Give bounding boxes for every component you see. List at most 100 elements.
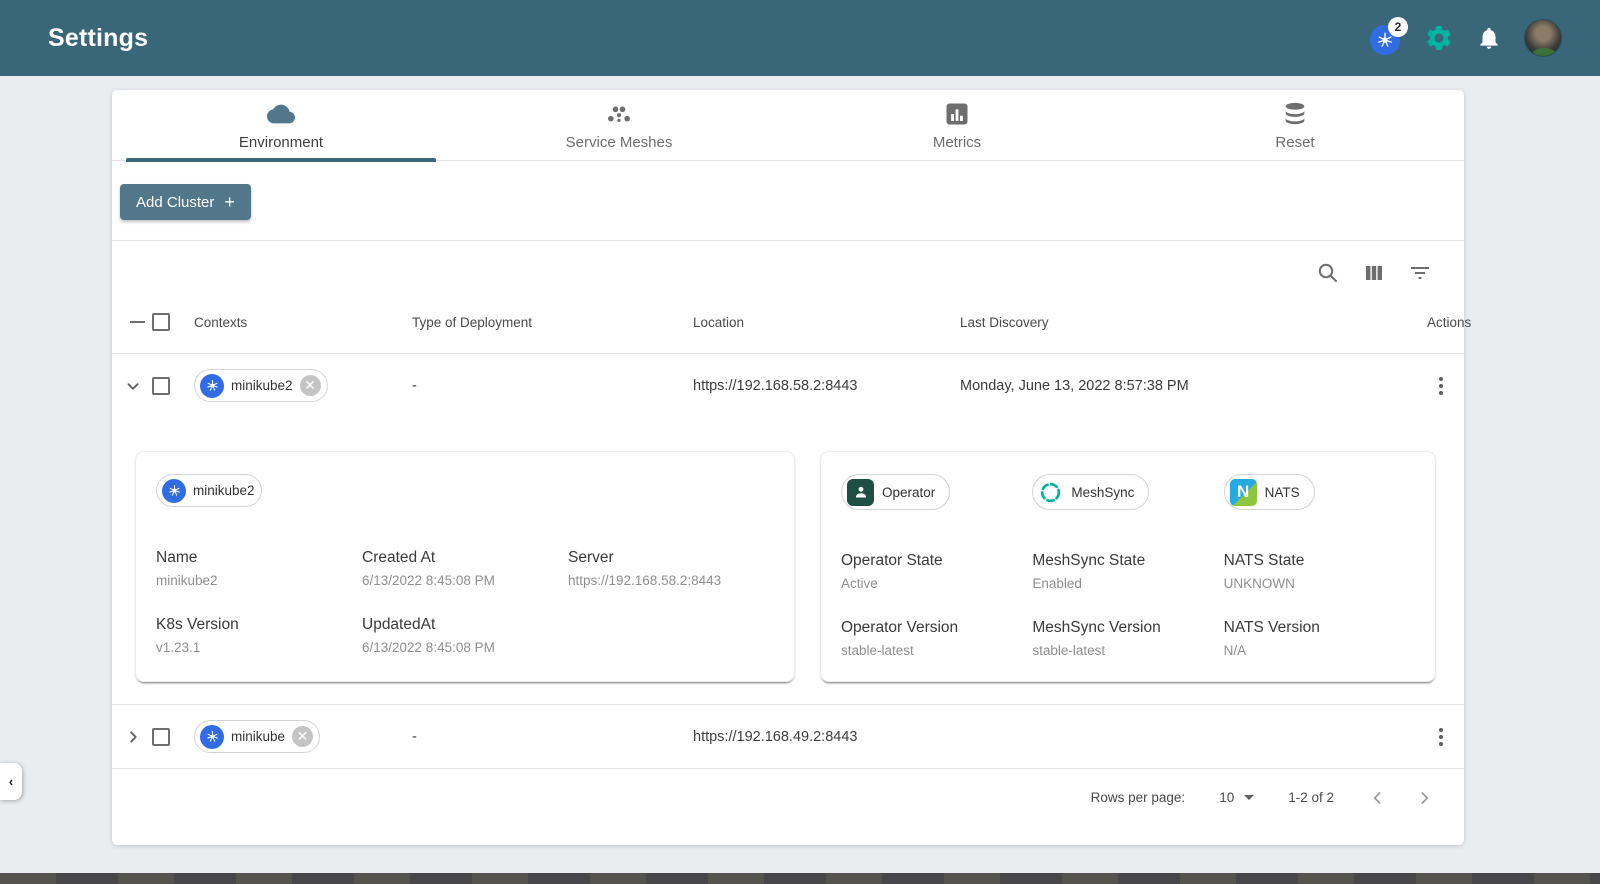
operator-details-card: Operator MeshSync N NATS Operator State … — [820, 451, 1436, 682]
chevron-right-icon — [1421, 791, 1429, 804]
tab-reset-label: Reset — [1275, 133, 1315, 151]
context-chip-minikube2[interactable]: minikube2 ✕ — [194, 369, 328, 402]
chevron-right-icon — [130, 731, 137, 742]
nats-icon: N — [1229, 478, 1257, 506]
page-title: Settings — [48, 23, 149, 52]
field-created-at: Created At 6/13/2022 8:45:08 PM — [362, 549, 495, 588]
search-icon — [1318, 263, 1337, 282]
rows-per-page-select[interactable]: 10 — [1219, 790, 1255, 805]
field-name: Name minikube2 — [156, 549, 218, 588]
context-count-badge: 2 — [1388, 17, 1408, 37]
metrics-chart-icon — [946, 103, 968, 124]
rows-per-page-label: Rows per page: — [1090, 790, 1186, 805]
kubernetes-icon — [200, 724, 224, 749]
cell-location: https://192.168.49.2:8443 — [693, 728, 858, 745]
col-actions: Actions — [1427, 314, 1472, 330]
add-cluster-label: Add Cluster — [136, 193, 215, 211]
col-type-of-deployment: Type of Deployment — [412, 314, 533, 330]
cluster-details-card: minikube2 Name minikube2 Created At 6/13… — [135, 451, 795, 682]
table-row-minikube: minikube ✕ - https://192.168.49.2:8443 — [112, 704, 1464, 768]
tab-environment[interactable]: Environment — [112, 90, 450, 162]
table-row-minikube2: minikube2 ✕ - https://192.168.58.2:8443 … — [112, 353, 1464, 417]
meshsync-chip-label: MeshSync — [1071, 484, 1135, 500]
plus-icon: + — [224, 192, 235, 212]
chevron-left-icon — [1373, 791, 1381, 804]
field-meshsync-version: MeshSync Version stable-latest — [1032, 619, 1161, 658]
app-header: Settings 2 — [0, 0, 1600, 76]
field-k8s-version: K8s Version v1.23.1 — [156, 616, 239, 655]
context-chip-label: minikube — [231, 729, 286, 744]
next-page-button[interactable] — [1414, 788, 1434, 808]
tab-reset[interactable]: Reset — [1126, 90, 1464, 160]
field-meshsync-state: MeshSync State Enabled — [1032, 552, 1146, 591]
notifications-bell-button[interactable] — [1476, 25, 1502, 51]
database-reset-icon — [1285, 102, 1305, 124]
nats-chip-label: NATS — [1264, 484, 1300, 500]
table-body: minikube2 ✕ - https://192.168.58.2:8443 … — [112, 353, 1464, 826]
actions-bar: Add Cluster + — [112, 161, 1464, 241]
kubernetes-icon — [162, 478, 186, 503]
field-server: Server https://192.168.58.2:8443 — [568, 549, 722, 588]
table-header-row: Contexts Type of Deployment Location Las… — [112, 291, 1471, 353]
tab-metrics[interactable]: Metrics — [788, 90, 1126, 160]
context-chip-label: minikube2 — [231, 378, 293, 393]
tab-service-meshes-label: Service Meshes — [565, 133, 673, 151]
collapse-all-button[interactable] — [122, 321, 152, 323]
search-button[interactable] — [1314, 259, 1342, 287]
field-nats-state: NATS State UNKNOWN — [1223, 552, 1305, 591]
header-actions: 2 — [1368, 17, 1562, 57]
chevron-down-icon — [127, 382, 139, 390]
row-checkbox[interactable] — [152, 727, 170, 746]
col-last-discovery: Last Discovery — [960, 314, 1049, 330]
settings-tabbar: Environment Service Meshes Metrics Reset — [112, 90, 1464, 162]
operator-icon — [847, 478, 874, 506]
cluster-chip-label: minikube2 — [193, 483, 255, 498]
row-actions-menu-button[interactable] — [1427, 724, 1455, 750]
field-updated-at: UpdatedAt 6/13/2022 8:45:08 PM — [362, 616, 495, 655]
expand-row-button[interactable] — [122, 726, 152, 748]
nats-chip[interactable]: N NATS — [1223, 474, 1315, 510]
kubernetes-contexts-button[interactable]: 2 — [1368, 17, 1408, 55]
cluster-chip-minikube2[interactable]: minikube2 — [156, 474, 262, 507]
tab-service-meshes[interactable]: Service Meshes — [450, 90, 788, 160]
view-columns-button[interactable] — [1360, 259, 1388, 287]
kubernetes-icon — [200, 373, 224, 398]
settings-gear-button[interactable] — [1424, 23, 1454, 53]
pagination-range: 1-2 of 2 — [1288, 790, 1334, 805]
col-location: Location — [693, 314, 745, 330]
caret-down-icon — [1244, 795, 1255, 800]
field-operator-state: Operator State Active — [841, 552, 943, 591]
chip-delete-icon[interactable]: ✕ — [292, 726, 314, 747]
operator-chip[interactable]: Operator — [841, 474, 951, 510]
meshsync-icon — [1041, 482, 1061, 502]
tab-environment-label: Environment — [238, 133, 324, 151]
row-checkbox[interactable] — [152, 376, 170, 395]
operator-chip-label: Operator — [882, 484, 936, 500]
collapse-row-button[interactable] — [122, 375, 152, 397]
table-toolbar — [112, 241, 1464, 291]
field-operator-version: Operator Version stable-latest — [841, 619, 959, 658]
tab-metrics-label: Metrics — [932, 133, 982, 151]
user-avatar[interactable] — [1524, 19, 1562, 57]
filter-button[interactable] — [1406, 259, 1434, 287]
meshsync-chip[interactable]: MeshSync — [1032, 474, 1150, 510]
chevron-left-icon: ‹ — [8, 774, 14, 789]
cell-last-discovery: Monday, June 13, 2022 8:57:38 PM — [960, 377, 1189, 394]
chip-delete-icon[interactable]: ✕ — [299, 375, 321, 396]
table-pagination: Rows per page: 10 1-2 of 2 — [112, 768, 1464, 826]
view-columns-icon — [1366, 266, 1382, 280]
previous-page-button[interactable] — [1368, 788, 1388, 808]
select-all-checkbox[interactable] — [152, 313, 170, 331]
row-actions-menu-button[interactable] — [1427, 373, 1455, 399]
sidebar-collapse-handle[interactable]: ‹ — [0, 763, 22, 800]
minus-icon — [129, 321, 145, 323]
settings-card: Environment Service Meshes Metrics Reset… — [112, 90, 1471, 845]
add-cluster-button[interactable]: Add Cluster + — [120, 184, 251, 220]
cell-type-of-deployment: - — [412, 377, 417, 394]
cell-location: https://192.168.58.2:8443 — [693, 377, 858, 394]
context-chip-minikube[interactable]: minikube ✕ — [194, 720, 321, 753]
filter-icon — [1411, 267, 1429, 279]
service-mesh-icon — [608, 106, 630, 122]
expanded-row-details: minikube2 Name minikube2 Created At 6/13… — [112, 417, 1464, 704]
cloud-icon — [267, 104, 295, 123]
